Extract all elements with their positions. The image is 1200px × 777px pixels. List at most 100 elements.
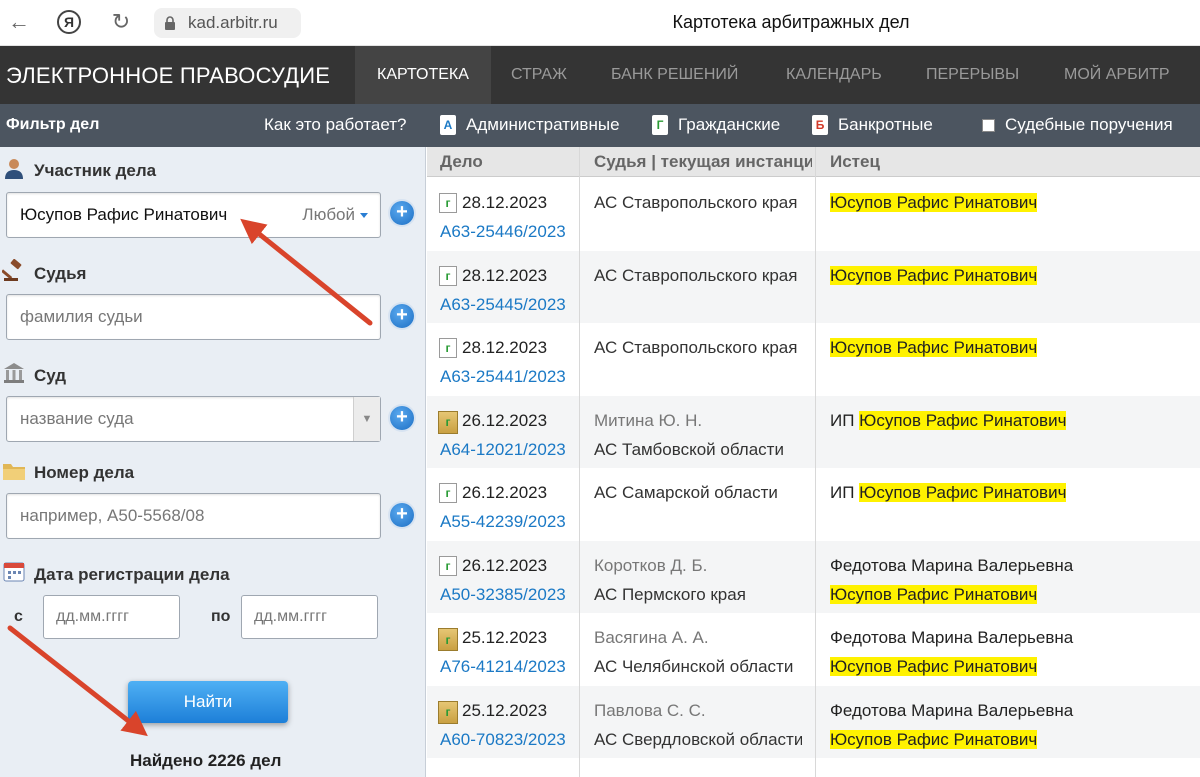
- reg-date-label: Дата регистрации дела: [34, 565, 230, 584]
- plaintiff-highlight: Юсупов Рафис Ринатович: [830, 584, 1038, 604]
- filter-panel: Участник дела Юсупов Рафис Ринатович Люб…: [0, 147, 426, 777]
- case-folder-icon: г: [438, 700, 458, 724]
- table-row[interactable]: г 28.12.2023 А63-25446/2023 АС Ставропольск…: [427, 178, 1200, 250]
- court-name: АС Свердловской области: [594, 729, 802, 749]
- table-row[interactable]: г 26.12.2023 А55-42239/2023 АС Самарской об…: [427, 468, 1200, 540]
- plaintiff-highlight: Юсупов Рафис Ринатович: [830, 193, 1038, 212]
- court-name: АС Тамбовской области: [594, 439, 784, 459]
- case-number-link[interactable]: А50-32385/2023: [440, 585, 566, 605]
- add-participant-button[interactable]: +: [390, 201, 414, 225]
- column-header-judge[interactable]: Судья | текущая инстанция: [594, 152, 812, 172]
- column-header-plaintiff[interactable]: Истец: [830, 152, 1190, 172]
- case-number-link[interactable]: А63-25445/2023: [440, 295, 566, 315]
- results-table: Дело Судья | текущая инстанция Истец г 28…: [427, 147, 1200, 777]
- find-button[interactable]: Найти: [128, 681, 288, 723]
- participant-value: Юсупов Рафис Ринатович: [20, 205, 228, 224]
- page-title: Картотека арбитражных дел: [672, 12, 910, 32]
- plaintiff-cell: Юсупов Рафис Ринатович: [830, 338, 1038, 358]
- judge-label: Судья: [34, 264, 87, 283]
- table-row[interactable]: г 28.12.2023 А63-25445/2023 АС Ставропольск…: [427, 250, 1200, 323]
- date-from-input[interactable]: дд.мм.гггг: [43, 595, 180, 639]
- case-date: 25.12.2023: [462, 700, 548, 720]
- plaintiff-cell: ИП Юсупов Рафис Ринатович: [830, 483, 1067, 503]
- case-date: 26.12.2023: [462, 555, 548, 575]
- column-divider: [579, 147, 580, 777]
- category-label: Гражданские: [678, 115, 781, 134]
- menu-item-strazh[interactable]: СТРАЖ: [511, 46, 567, 104]
- court-name: АС Ставропольского края: [594, 265, 798, 285]
- participant-label: Участник дела: [34, 161, 157, 180]
- menu-item-kalendar[interactable]: КАЛЕНДАРЬ: [786, 46, 882, 104]
- category-label: Банкротные: [838, 115, 933, 134]
- plaintiff-prefix: ИП: [830, 483, 860, 502]
- category-court-orders[interactable]: Судебные поручения: [982, 115, 1173, 135]
- judge-name: Митина Ю. Н.: [594, 410, 703, 430]
- plaintiff-cell: Юсупов Рафис Ринатович: [830, 729, 1038, 750]
- menu-item-bank-resheniy[interactable]: БАНК РЕШЕНИЙ: [611, 46, 738, 104]
- menu-item-moy-arbitr[interactable]: МОЙ АРБИТР: [1064, 46, 1170, 104]
- date-to-input[interactable]: дд.мм.гггг: [241, 595, 378, 639]
- participant-role-select[interactable]: Любой: [302, 205, 368, 225]
- court-name: АС Ставропольского края: [594, 193, 798, 212]
- case-date: 28.12.2023: [462, 265, 548, 285]
- date-to-placeholder: дд.мм.гггг: [254, 608, 327, 625]
- category-label: Административные: [466, 115, 620, 134]
- court-dropdown-arrow-icon[interactable]: ▼: [353, 397, 380, 441]
- case-document-icon: г: [439, 555, 457, 576]
- case-number-label: Номер дела: [34, 463, 135, 482]
- category-label: Судебные поручения: [1005, 115, 1173, 134]
- brand-title[interactable]: ЭЛЕКТРОННОЕ ПРАВОСУДИЕ: [6, 63, 330, 89]
- add-judge-button[interactable]: +: [390, 304, 414, 328]
- plaintiff-highlight: Юсупов Рафис Ринатович: [830, 265, 1038, 285]
- menu-item-pereryvy[interactable]: ПЕРЕРЫВЫ: [926, 46, 1019, 104]
- plaintiff-cell: Юсупов Рафис Ринатович: [830, 265, 1038, 286]
- participant-input[interactable]: Юсупов Рафис Ринатович Любой: [6, 192, 381, 238]
- case-date: 28.12.2023: [462, 193, 548, 212]
- court-name: АС Пермского края: [594, 584, 746, 604]
- case-date: 28.12.2023: [462, 338, 548, 357]
- table-row[interactable]: г 26.12.2023 А50-32385/2023 Коротков Д. Б. А…: [427, 540, 1200, 613]
- category-administrative[interactable]: А Административные: [440, 115, 620, 135]
- category-bankruptcy[interactable]: Б Банкротные: [812, 115, 933, 135]
- column-header-case[interactable]: Дело: [440, 152, 580, 172]
- case-number-link[interactable]: А63-25441/2023: [440, 367, 566, 387]
- case-folder-icon: г: [438, 628, 458, 651]
- plaintiff-other: Федотова Марина Валерьевна: [830, 555, 1074, 575]
- filter-title: Фильтр дел: [6, 116, 100, 133]
- plaintiff-highlight: Юсупов Рафис Ринатович: [859, 410, 1067, 430]
- case-number-link[interactable]: А55-42239/2023: [440, 512, 566, 532]
- plaintiff-cell: Юсупов Рафис Ринатович: [830, 657, 1038, 677]
- plaintiff-highlight: Юсупов Рафис Ринатович: [830, 338, 1038, 357]
- main-menu-bar: ЭЛЕКТРОННОЕ ПРАВОСУДИЕ КАРТОТЕКА СТРАЖ Б…: [0, 46, 1200, 104]
- table-row[interactable]: г 25.12.2023 А76-41214/2023 Васягина А. А. А…: [427, 613, 1200, 685]
- case-document-icon: г: [439, 338, 457, 358]
- add-case-number-button[interactable]: +: [390, 503, 414, 527]
- menu-item-kartoteka[interactable]: КАРТОТЕКА: [355, 46, 491, 104]
- add-court-button[interactable]: +: [390, 406, 414, 430]
- plaintiff-cell: ИП Юсупов Рафис Ринатович: [830, 410, 1067, 431]
- court-select[interactable]: название суда ▼: [6, 396, 381, 442]
- judge-input[interactable]: фамилия судьи: [6, 294, 381, 340]
- how-it-works-link[interactable]: Как это работает?: [264, 115, 407, 135]
- case-number-link[interactable]: А76-41214/2023: [440, 657, 566, 677]
- civil-icon: Г: [652, 115, 668, 135]
- case-document-icon: г: [439, 483, 457, 503]
- case-number-link[interactable]: А64-12021/2023: [440, 440, 566, 460]
- category-civil[interactable]: Г Гражданские: [652, 115, 780, 135]
- case-number-input[interactable]: например, А50-5568/08: [6, 493, 381, 539]
- date-from-label: с: [14, 608, 23, 625]
- court-orders-checkbox[interactable]: [982, 118, 995, 132]
- table-row[interactable]: г 25.12.2023 А60-70823/2023 Павлова С. С. АС…: [427, 685, 1200, 758]
- bankruptcy-icon: Б: [812, 115, 828, 135]
- court-name: АС Ставропольского края: [594, 338, 798, 357]
- case-date: 26.12.2023: [462, 410, 548, 430]
- case-number-link[interactable]: А60-70823/2023: [440, 730, 566, 750]
- date-to-label: по: [211, 608, 231, 625]
- table-row[interactable]: г 26.12.2023 А64-12021/2023 Митина Ю. Н. АС …: [427, 395, 1200, 468]
- court-label: Суд: [34, 366, 67, 385]
- case-number-link[interactable]: А63-25446/2023: [440, 222, 566, 242]
- case-document-icon: г: [439, 265, 457, 286]
- table-row[interactable]: г 28.12.2023 А63-25441/2023 АС Ставропольск…: [427, 323, 1200, 395]
- person-icon: [5, 159, 23, 179]
- browser-toolbar: ← Я ↻ kad.arbitr.ru Картотека арбитражны…: [0, 0, 1200, 46]
